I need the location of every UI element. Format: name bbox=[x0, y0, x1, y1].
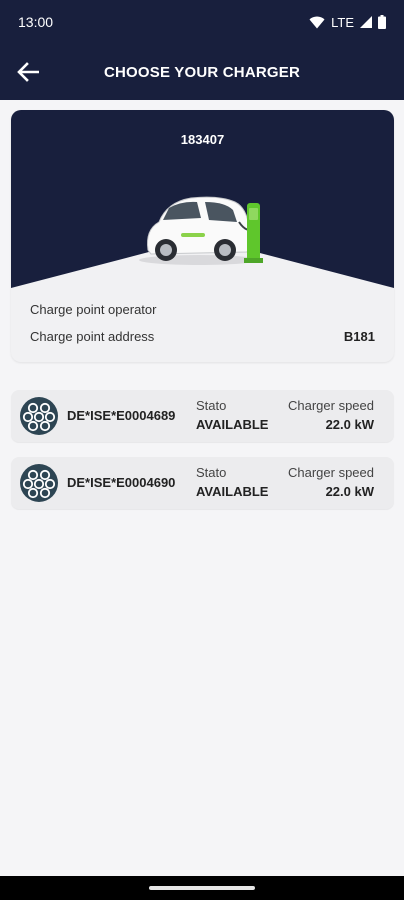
station-id: 183407 bbox=[180, 132, 225, 147]
status-icons: LTE bbox=[309, 15, 386, 30]
connector-id: DE*ISE*E0004689 bbox=[67, 408, 176, 423]
station-card: 183407 Charge point operator Charge poin… bbox=[11, 110, 394, 362]
address-label: Charge point address bbox=[30, 329, 155, 344]
app-bar: CHOOSE YOUR CHARGER bbox=[0, 44, 404, 100]
battery-icon bbox=[378, 15, 386, 29]
operator-row: Charge point operator bbox=[30, 302, 375, 317]
status-bar: 13:00 LTE bbox=[0, 0, 404, 44]
home-indicator[interactable] bbox=[149, 886, 255, 890]
speed-value: 22.0 kW bbox=[325, 484, 374, 499]
status-time: 13:00 bbox=[18, 14, 54, 30]
address-row: Charge point address B181 bbox=[30, 329, 375, 344]
status-value: AVAILABLE bbox=[196, 417, 269, 432]
network-type: LTE bbox=[331, 14, 354, 30]
signal-icon bbox=[360, 16, 372, 28]
speed-value: 22.0 kW bbox=[325, 417, 374, 432]
wifi-icon bbox=[309, 16, 325, 28]
connector-item[interactable]: DE*ISE*E0004689 Stato AVAILABLE Charger … bbox=[11, 390, 394, 442]
speed-label: Charger speed bbox=[288, 465, 374, 480]
system-nav-bar bbox=[0, 876, 404, 900]
station-hero: 183407 bbox=[11, 110, 394, 290]
type2-connector-icon bbox=[20, 464, 58, 502]
operator-label: Charge point operator bbox=[30, 302, 157, 317]
connector-id: DE*ISE*E0004690 bbox=[67, 475, 176, 490]
speed-label: Charger speed bbox=[288, 398, 374, 413]
arrow-left-icon bbox=[17, 62, 39, 82]
page-title: CHOOSE YOUR CHARGER bbox=[103, 63, 301, 81]
address-value: B181 bbox=[343, 329, 375, 344]
status-label: Stato bbox=[196, 465, 227, 480]
status-value: AVAILABLE bbox=[196, 484, 269, 499]
type2-connector-icon bbox=[20, 397, 58, 435]
back-button[interactable] bbox=[12, 56, 44, 88]
connector-item[interactable]: DE*ISE*E0004690 Stato AVAILABLE Charger … bbox=[11, 457, 394, 509]
status-label: Stato bbox=[196, 398, 227, 413]
